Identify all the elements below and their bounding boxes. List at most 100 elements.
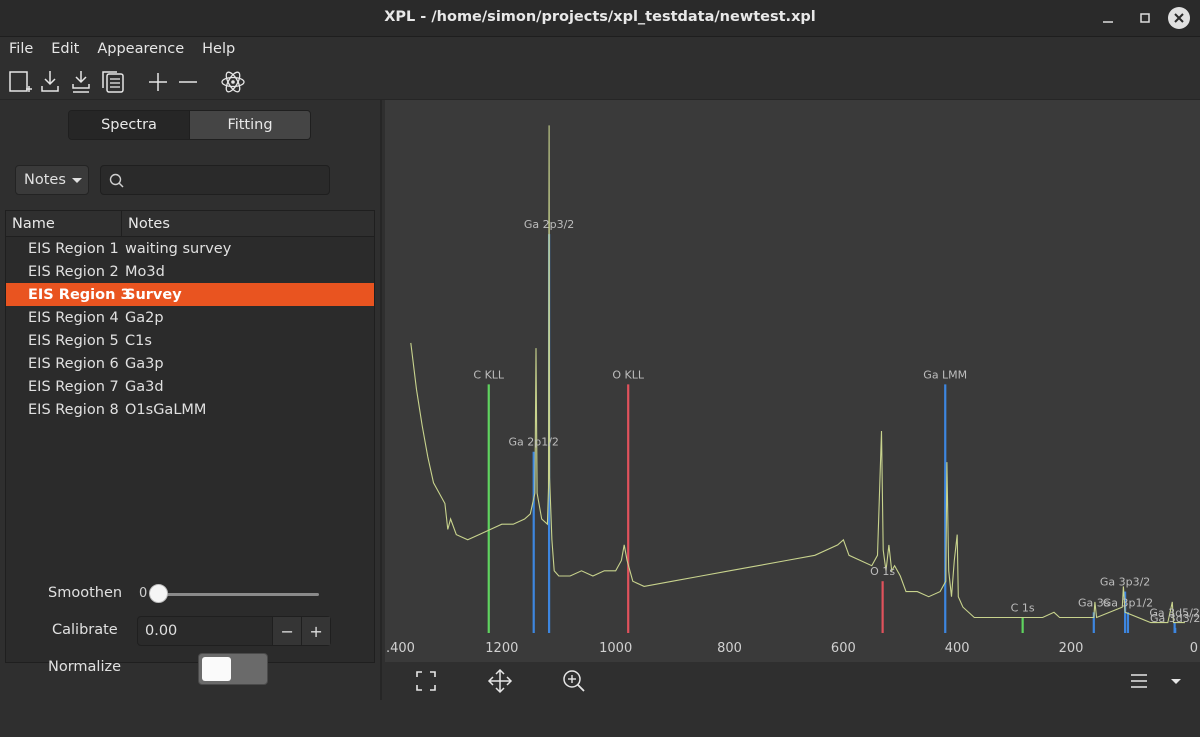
- atom-button[interactable]: [219, 68, 247, 96]
- import-icon: [41, 71, 59, 92]
- copy-document-icon: [102, 71, 124, 93]
- table-row[interactable]: EIS Region 1 waiting survey: [6, 237, 374, 260]
- cell-name: EIS Region 4: [28, 309, 119, 326]
- reference-label: Ga LMM: [923, 368, 967, 381]
- maximize-icon: [1140, 13, 1150, 23]
- panel-splitter[interactable]: [380, 100, 382, 700]
- cell-name: EIS Region 6: [28, 355, 119, 372]
- table-body: EIS Region 1 waiting survey EIS Region 2 Mo…: [6, 237, 374, 421]
- plot-dropdown-button[interactable]: [1163, 668, 1189, 694]
- new-file-button[interactable]: [6, 68, 34, 96]
- smoothen-slider-handle[interactable]: [149, 584, 168, 603]
- cell-name: EIS Region 3: [28, 286, 131, 303]
- filter-column-label: Notes: [24, 172, 66, 188]
- cell-notes: O1sGaLMM: [125, 401, 207, 418]
- maximize-button[interactable]: [1135, 8, 1155, 28]
- table-row[interactable]: EIS Region 4 Ga2p: [6, 306, 374, 329]
- menu-edit[interactable]: Edit: [42, 37, 88, 62]
- x-tick-label: 200: [1059, 641, 1084, 656]
- filter-column-dropdown[interactable]: Notes: [15, 165, 89, 195]
- add-icon: [149, 73, 167, 91]
- smoothen-value: 0: [139, 586, 148, 601]
- table-row[interactable]: EIS Region 3 Survey: [6, 283, 374, 306]
- left-panel: Spectra Fitting Notes Name Notes EIS Reg…: [0, 100, 381, 737]
- cell-notes: Ga3d: [125, 378, 164, 395]
- column-header-name[interactable]: Name: [6, 211, 122, 237]
- cell-name: EIS Region 5: [28, 332, 119, 349]
- add-button[interactable]: [144, 68, 172, 96]
- window-title: XPL - /home/simon/projects/xpl_testdata/…: [384, 9, 816, 25]
- calibrate-decrement-button[interactable]: −: [272, 617, 302, 645]
- calibrate-input[interactable]: 0.00: [138, 617, 272, 645]
- import-multiple-button[interactable]: [68, 68, 96, 96]
- menu-help[interactable]: Help: [193, 37, 244, 62]
- close-button[interactable]: [1168, 7, 1190, 29]
- cell-notes: C1s: [125, 332, 152, 349]
- x-tick-label: .400: [386, 641, 415, 656]
- table-row[interactable]: EIS Region 2 Mo3d: [6, 260, 374, 283]
- smoothen-label: Smoothen: [48, 585, 123, 601]
- atom-icon: [221, 71, 245, 93]
- import-button[interactable]: [37, 68, 65, 96]
- tab-spectra[interactable]: Spectra: [69, 111, 189, 139]
- search-input[interactable]: [133, 170, 323, 190]
- spectrum-chart: C KLL Ga 2p1/2 Ga 2p3/2 O KLL Ga LMM O 1s C 1s…: [386, 125, 1200, 656]
- new-file-icon: [9, 71, 32, 92]
- reference-label: O KLL: [612, 368, 644, 381]
- main-toolbar: [0, 62, 1200, 100]
- plot-menu-button[interactable]: [1126, 668, 1152, 694]
- tab-fitting[interactable]: Fitting: [189, 111, 310, 139]
- normalize-toggle[interactable]: [198, 653, 268, 685]
- remove-button[interactable]: [174, 68, 202, 96]
- table-row[interactable]: EIS Region 8 O1sGaLMM: [6, 398, 374, 421]
- view-tabs: Spectra Fitting: [68, 110, 311, 140]
- cell-notes: Survey: [125, 286, 182, 303]
- x-tick-label: 1000: [599, 641, 632, 656]
- normalize-toggle-knob: [202, 657, 231, 681]
- table-row[interactable]: EIS Region 7 Ga3d: [6, 375, 374, 398]
- close-icon: [1174, 13, 1184, 23]
- search-box: [100, 165, 330, 195]
- fit-view-button[interactable]: [413, 668, 439, 694]
- x-tick-label: 1200: [485, 641, 518, 656]
- reference-label: C KLL: [473, 368, 505, 381]
- cell-notes: Ga2p: [125, 309, 164, 326]
- calibrate-spinbox: 0.00 − +: [137, 616, 331, 646]
- cell-name: EIS Region 7: [28, 378, 119, 395]
- search-icon: [109, 173, 124, 188]
- cell-notes: Ga3p: [125, 355, 164, 372]
- remove-icon: [179, 81, 197, 83]
- cell-notes: waiting survey: [125, 240, 232, 257]
- minimize-icon: [1103, 21, 1113, 23]
- table-row[interactable]: EIS Region 6 Ga3p: [6, 352, 374, 375]
- reference-label: Ga 3p1/2: [1103, 596, 1153, 609]
- zoom-in-button[interactable]: [561, 668, 587, 694]
- reference-label: Ga 2p1/2: [508, 436, 558, 449]
- pan-button[interactable]: [487, 668, 513, 694]
- app-window: XPL - /home/simon/projects/xpl_testdata/…: [0, 0, 1200, 737]
- calibrate-increment-button[interactable]: +: [301, 617, 330, 645]
- spectrum-line: [410, 125, 1185, 624]
- smoothen-slider-track[interactable]: [157, 593, 319, 596]
- x-tick-label: 400: [945, 641, 970, 656]
- pan-icon: [487, 668, 513, 694]
- menu-appearence[interactable]: Appearence: [88, 37, 193, 62]
- reference-label: Ga 2p3/2: [524, 218, 574, 231]
- table-header: Name Notes: [6, 211, 374, 237]
- table-row[interactable]: EIS Region 5 C1s: [6, 329, 374, 352]
- reference-label: O 1s: [870, 565, 895, 578]
- x-tick-label: 800: [717, 641, 742, 656]
- plot-toolbar: [385, 662, 1200, 698]
- copy-document-button[interactable]: [99, 68, 127, 96]
- chevron-down-icon: [71, 177, 82, 183]
- fit-view-icon: [416, 671, 436, 691]
- cell-name: EIS Region 8: [28, 401, 119, 418]
- spectrum-plot[interactable]: C KLL Ga 2p1/2 Ga 2p3/2 O KLL Ga LMM O 1s C 1s…: [385, 100, 1200, 662]
- normalize-label: Normalize: [48, 659, 122, 675]
- x-tick-label: 0: [1190, 641, 1198, 656]
- cell-name: EIS Region 1: [28, 240, 119, 257]
- column-header-notes[interactable]: Notes: [122, 211, 170, 237]
- minimize-button[interactable]: [1098, 8, 1118, 28]
- dropdown-arrow-icon: [1171, 679, 1181, 684]
- menu-file[interactable]: File: [0, 37, 42, 62]
